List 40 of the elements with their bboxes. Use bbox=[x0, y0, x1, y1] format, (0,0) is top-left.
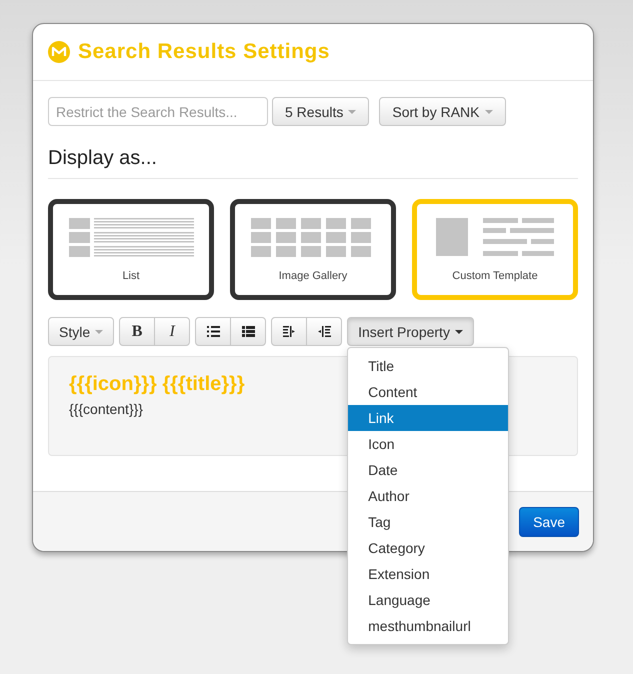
menu-item[interactable]: Extension bbox=[348, 561, 508, 587]
bulleted-list-icon bbox=[206, 326, 220, 337]
outdent-icon bbox=[282, 326, 296, 337]
results-count-dropdown[interactable]: 5 Results bbox=[272, 97, 370, 126]
section-heading: Display as... bbox=[48, 147, 578, 179]
template-title-line: {{{icon}}} {{{title}}} bbox=[69, 373, 245, 396]
menu-item[interactable]: Author bbox=[348, 483, 508, 509]
layout-label: Custom Template bbox=[452, 270, 538, 282]
style-dropdown[interactable]: Style bbox=[48, 317, 114, 346]
menu-item[interactable]: Content bbox=[348, 379, 508, 405]
outdent-button[interactable] bbox=[271, 317, 308, 346]
numbered-list-icon bbox=[242, 326, 255, 337]
template-layout-icon bbox=[436, 218, 554, 258]
insert-property-dropdown[interactable]: Insert Property bbox=[347, 317, 474, 346]
italic-button[interactable]: I bbox=[154, 317, 190, 346]
menu-item[interactable]: mesthumbnailurl bbox=[348, 613, 508, 639]
menu-item[interactable]: Date bbox=[348, 457, 508, 483]
indent-icon bbox=[318, 326, 331, 337]
search-field[interactable]: Restrict the Search Results... bbox=[48, 97, 268, 126]
layout-option[interactable]: Image Gallery bbox=[230, 199, 396, 300]
bulleted-list-button[interactable] bbox=[195, 317, 232, 346]
layout-option[interactable]: List bbox=[48, 199, 214, 300]
menu-item[interactable]: Link bbox=[348, 405, 508, 431]
layout-option[interactable]: Custom Template bbox=[412, 199, 578, 300]
layout-label: Image Gallery bbox=[278, 270, 348, 282]
layout-label: List bbox=[122, 270, 140, 282]
dialog-title: Search Results Settings bbox=[78, 40, 330, 64]
menu-item[interactable]: Language bbox=[348, 587, 508, 613]
indent-button[interactable] bbox=[306, 317, 342, 346]
save-button[interactable]: Save bbox=[519, 506, 579, 536]
menu-item[interactable]: Title bbox=[348, 353, 508, 379]
logo-icon bbox=[48, 41, 70, 63]
menu-item[interactable]: Tag bbox=[348, 509, 508, 535]
numbered-list-button[interactable] bbox=[230, 317, 266, 346]
list-layout-icon bbox=[68, 218, 194, 258]
sort-dropdown[interactable]: Sort by RANK bbox=[379, 97, 506, 126]
bold-button[interactable]: B bbox=[119, 317, 156, 346]
menu-item[interactable]: Icon bbox=[348, 431, 508, 457]
template-body-line: {{{content}}} bbox=[69, 401, 143, 417]
menu-item[interactable]: Category bbox=[348, 535, 508, 561]
